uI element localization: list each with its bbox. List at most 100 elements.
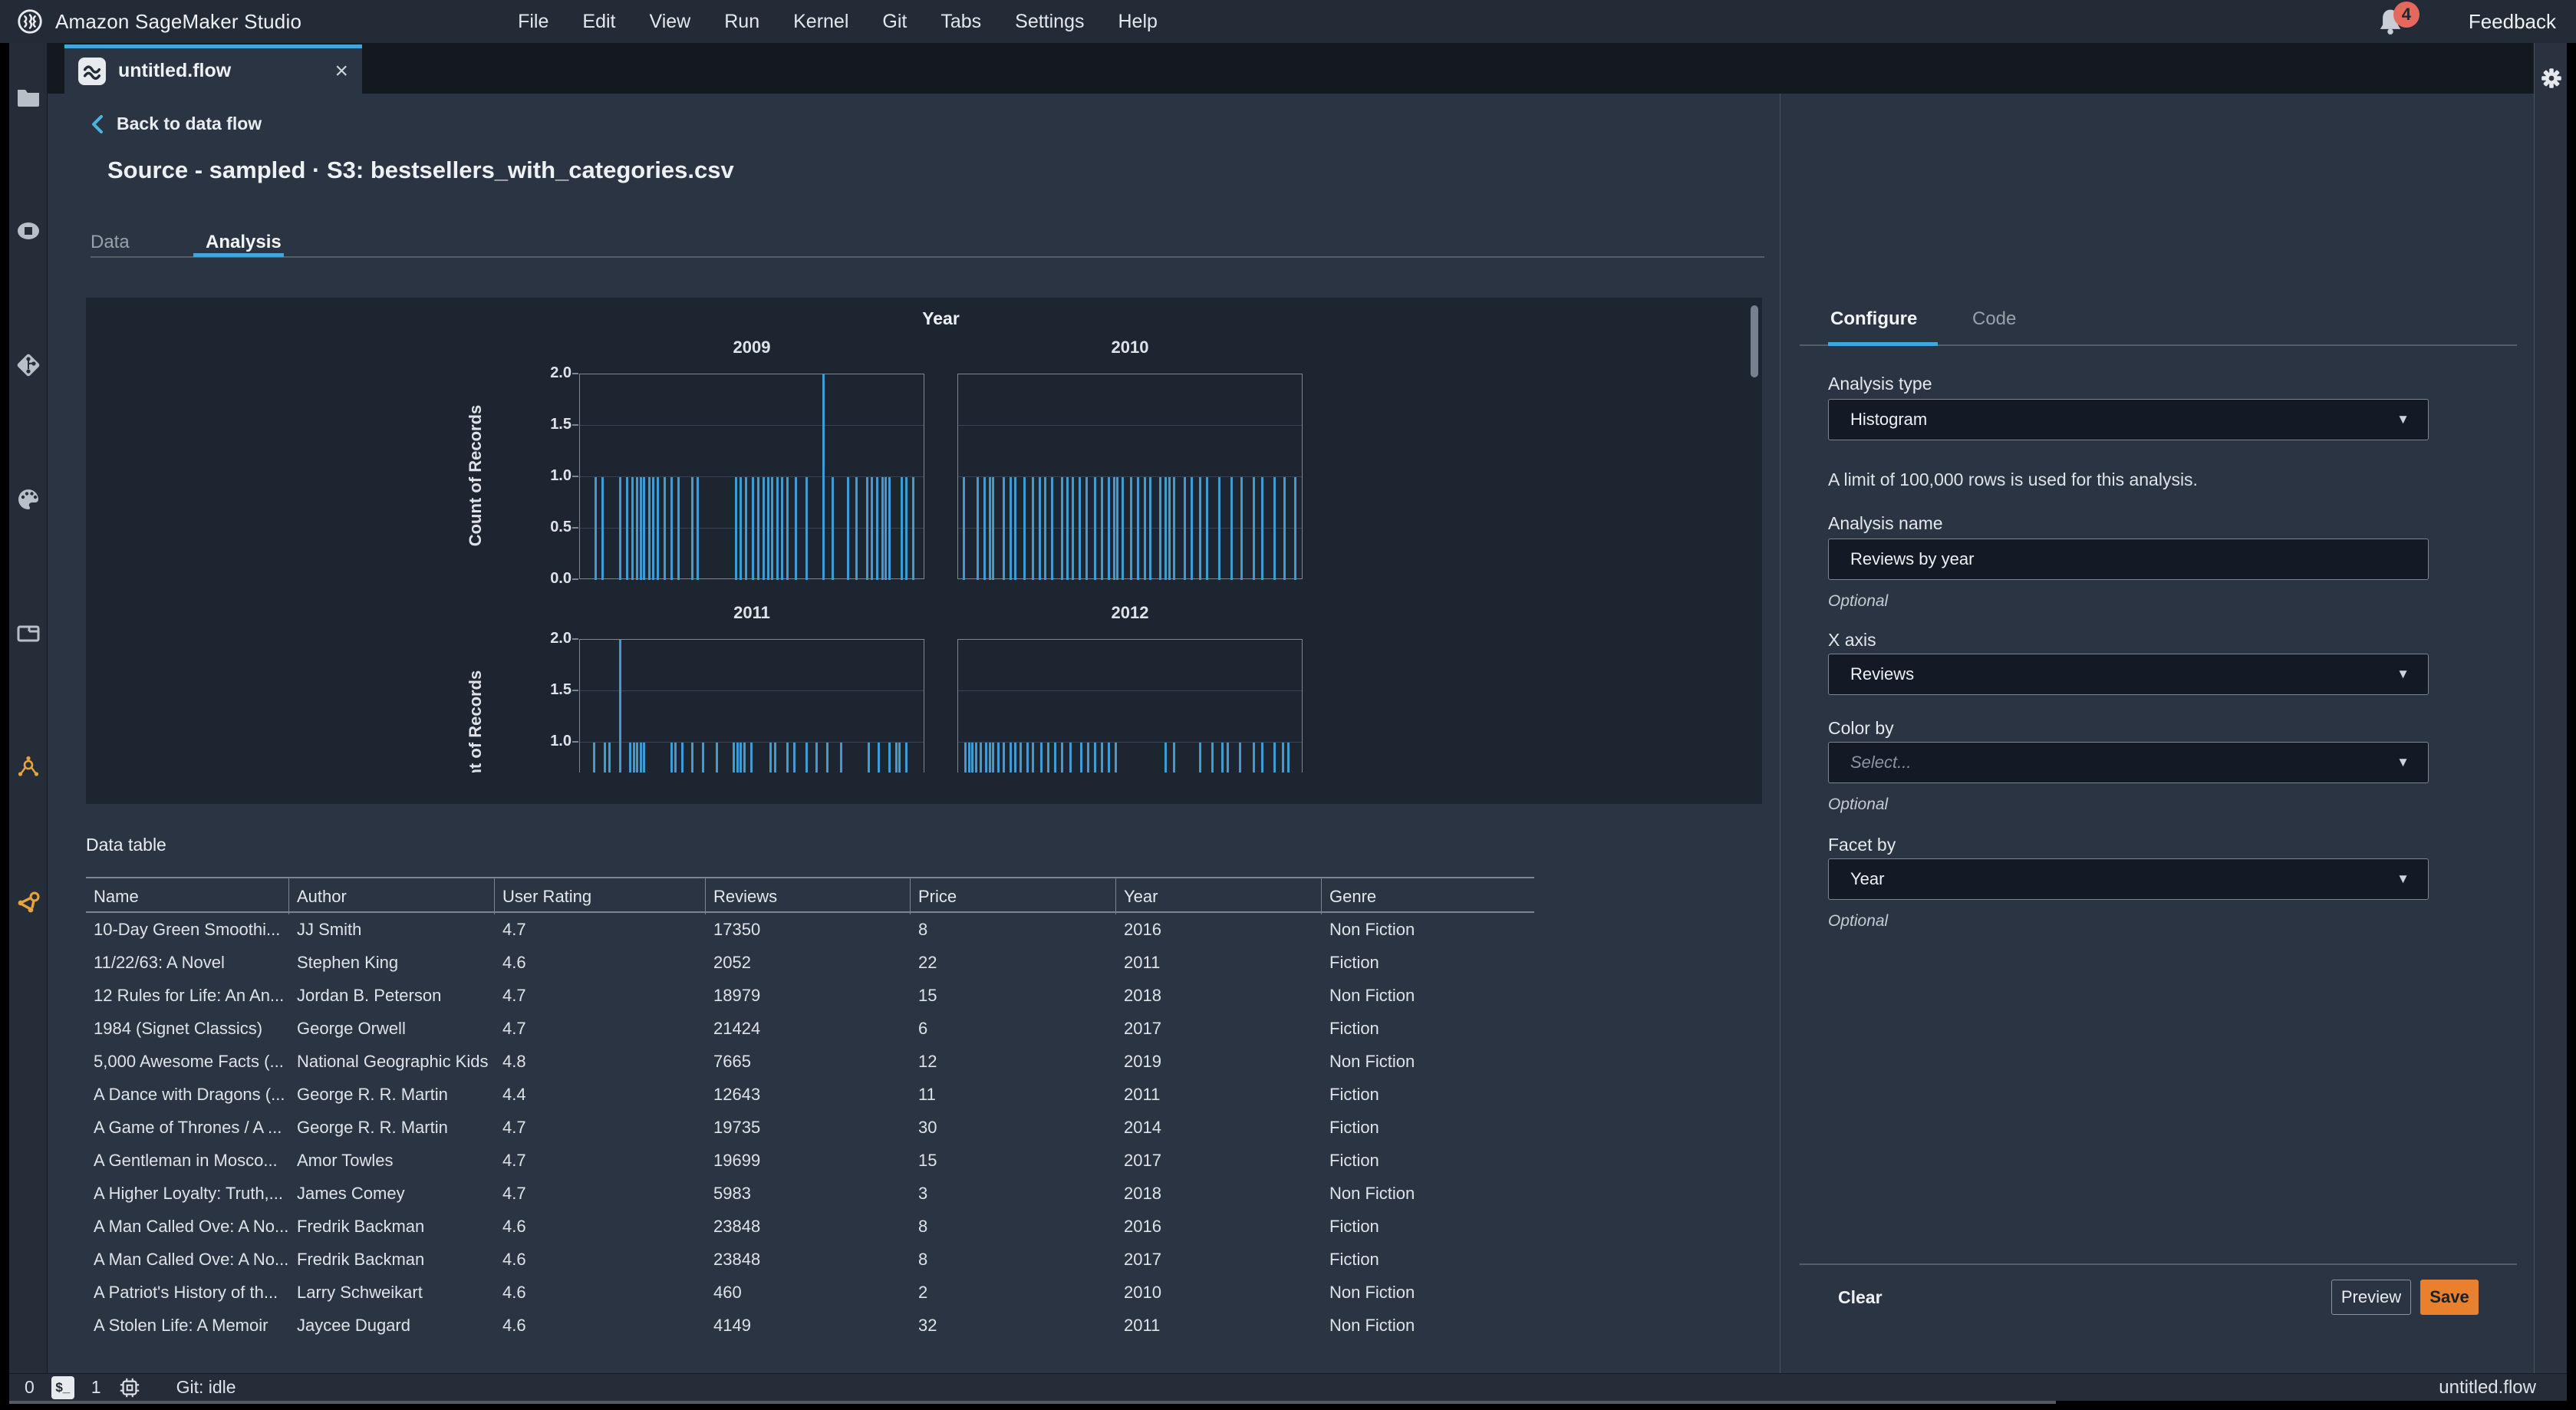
histogram-bar bbox=[976, 477, 979, 580]
preview-button[interactable]: Preview bbox=[2331, 1280, 2411, 1315]
column-header-genre[interactable]: Genre bbox=[1322, 878, 1534, 914]
analysis-name-input[interactable]: Reviews by year bbox=[1828, 539, 2429, 580]
histogram-bar bbox=[839, 743, 842, 773]
tab-configure[interactable]: Configure bbox=[1830, 308, 1917, 330]
histogram-bar bbox=[1078, 477, 1081, 580]
histogram-bar bbox=[657, 477, 660, 580]
table-body: 10-Day Green Smoothi... JJ Smith 4.7 17350 8… bbox=[86, 913, 1534, 1339]
color-by-select[interactable]: Select... ▼ bbox=[1828, 742, 2429, 783]
menu-item-edit[interactable]: Edit bbox=[565, 3, 632, 41]
gear-icon[interactable] bbox=[2539, 66, 2564, 91]
gridline bbox=[580, 425, 924, 426]
kernel-count: 1 bbox=[91, 1377, 101, 1397]
histogram-bar bbox=[674, 743, 677, 773]
column-header-year[interactable]: Year bbox=[1116, 878, 1322, 914]
table-row[interactable]: 11/22/63: A Novel Stephen King 4.6 2052 22 20… bbox=[86, 946, 1534, 979]
column-header-author[interactable]: Author bbox=[289, 878, 495, 914]
histogram-bar bbox=[1206, 477, 1208, 580]
histogram-bar bbox=[992, 477, 994, 580]
table-row[interactable]: A Game of Thrones / A ... George R. R. Ma… bbox=[86, 1111, 1534, 1144]
menu-item-view[interactable]: View bbox=[633, 3, 708, 41]
histogram-bar bbox=[736, 743, 739, 773]
table-row[interactable]: A Man Called Ove: A No... Fredrik Backman… bbox=[86, 1210, 1534, 1243]
x-axis-select[interactable]: Reviews ▼ bbox=[1828, 654, 2429, 695]
menu-item-settings[interactable]: Settings bbox=[998, 3, 1101, 41]
table-row[interactable]: A Gentleman in Mosco... Amor Towles 4.7 196… bbox=[86, 1144, 1534, 1177]
document-tab-bar: untitled.flow × bbox=[48, 43, 2534, 94]
tab-title: untitled.flow bbox=[118, 60, 232, 81]
menu-item-tabs[interactable]: Tabs bbox=[924, 3, 998, 41]
git-icon[interactable] bbox=[9, 348, 48, 382]
table-row[interactable]: A Stolen Life: A Memoir Jaycee Dugard 4.6 4… bbox=[86, 1309, 1534, 1339]
table-cell: Stephen King bbox=[297, 952, 399, 972]
terminal-count: 0 bbox=[25, 1377, 35, 1397]
table-row[interactable]: A Man Called Ove: A No... Fredrik Backman… bbox=[86, 1243, 1534, 1276]
data-flow-icon[interactable] bbox=[9, 885, 48, 919]
table-row[interactable]: 12 Rules for Life: An An... Jordan B. Pet… bbox=[86, 979, 1534, 1012]
column-separator bbox=[910, 878, 911, 914]
histogram-bar bbox=[815, 743, 819, 773]
chevron-down-icon: ▼ bbox=[2396, 412, 2410, 427]
running-sessions-icon[interactable] bbox=[9, 214, 48, 248]
file-browser-icon[interactable] bbox=[9, 80, 48, 114]
experiments-icon[interactable] bbox=[9, 751, 48, 785]
tab-close-icon[interactable]: × bbox=[334, 59, 348, 83]
table-row[interactable]: 10-Day Green Smoothi... JJ Smith 4.7 17350 8… bbox=[86, 913, 1534, 946]
back-to-data-flow-link[interactable]: Back to data flow bbox=[91, 114, 262, 134]
menu-item-kernel[interactable]: Kernel bbox=[776, 3, 865, 41]
notification-badge: 4 bbox=[2393, 2, 2420, 28]
tab-untitled-flow[interactable]: untitled.flow × bbox=[64, 44, 362, 94]
table-cell: 19735 bbox=[713, 1117, 761, 1137]
histogram-bar bbox=[643, 743, 646, 773]
histogram-bar bbox=[1283, 477, 1286, 580]
table-row[interactable]: A Patriot's History of th... Larry Schwei… bbox=[86, 1276, 1534, 1309]
column-header-name[interactable]: Name bbox=[86, 878, 289, 914]
save-button[interactable]: Save bbox=[2420, 1280, 2479, 1315]
table-row[interactable]: A Higher Loyalty: Truth,... James Comey 4.… bbox=[86, 1177, 1534, 1210]
facet-by-select[interactable]: Year ▼ bbox=[1828, 858, 2429, 900]
column-separator bbox=[705, 878, 706, 914]
screen: Amazon SageMaker Studio File Edit View Run K… bbox=[0, 0, 2576, 1410]
column-header-price[interactable]: Price bbox=[911, 878, 1116, 914]
table-cell: 2010 bbox=[1124, 1282, 1161, 1302]
chart-scrollbar[interactable] bbox=[1751, 305, 1758, 377]
clear-button[interactable]: Clear bbox=[1838, 1287, 1883, 1308]
facet-plot-2012 bbox=[957, 639, 1303, 773]
column-header-reviews[interactable]: Reviews bbox=[706, 878, 911, 914]
notifications-button[interactable]: 4 bbox=[2373, 2, 2420, 38]
commands-palette-icon[interactable] bbox=[9, 483, 48, 516]
tab-code[interactable]: Code bbox=[1972, 308, 2016, 330]
histogram-bar bbox=[795, 477, 798, 580]
table-row[interactable]: 5,000 Awesome Facts (... National Geograp… bbox=[86, 1045, 1534, 1078]
window-bottom-edge bbox=[9, 1401, 2056, 1404]
column-separator bbox=[1321, 878, 1322, 914]
analysis-type-select[interactable]: Histogram ▼ bbox=[1828, 399, 2429, 440]
table-cell: Larry Schweikart bbox=[297, 1282, 423, 1302]
menu-item-help[interactable]: Help bbox=[1102, 3, 1174, 41]
table-cell: 10-Day Green Smoothi... bbox=[94, 919, 281, 939]
histogram-bar bbox=[770, 477, 773, 580]
y-tick-label: 1.0 bbox=[550, 467, 572, 484]
histogram-bar bbox=[636, 743, 639, 773]
table-cell: 4.6 bbox=[502, 1315, 526, 1335]
table-cell: 2017 bbox=[1124, 1249, 1161, 1269]
table-cell: 2011 bbox=[1124, 1084, 1161, 1104]
table-row[interactable]: 1984 (Signet Classics) George Orwell 4.7 21… bbox=[86, 1012, 1534, 1045]
column-header-user-rating[interactable]: User Rating bbox=[495, 878, 706, 914]
facet-label-2009: 2009 bbox=[733, 338, 771, 357]
menu-item-run[interactable]: Run bbox=[707, 3, 776, 41]
open-tabs-icon[interactable] bbox=[9, 617, 48, 651]
table-row[interactable]: A Dance with Dragons (... George R. R. Ma… bbox=[86, 1078, 1534, 1111]
histogram-bar bbox=[1038, 477, 1041, 580]
histogram-bar bbox=[1031, 743, 1034, 773]
kernel-chip-icon[interactable] bbox=[118, 1376, 141, 1399]
y-tick-label: 0.0 bbox=[550, 570, 572, 587]
histogram-bar bbox=[1085, 477, 1088, 580]
histogram-bar bbox=[691, 743, 694, 773]
feedback-link[interactable]: Feedback bbox=[2469, 10, 2556, 34]
tab-data[interactable]: Data bbox=[91, 226, 206, 259]
menu-item-git[interactable]: Git bbox=[865, 3, 924, 41]
terminal-icon[interactable]: $_ bbox=[51, 1375, 74, 1399]
column-separator bbox=[494, 878, 495, 914]
menu-item-file[interactable]: File bbox=[501, 3, 565, 41]
